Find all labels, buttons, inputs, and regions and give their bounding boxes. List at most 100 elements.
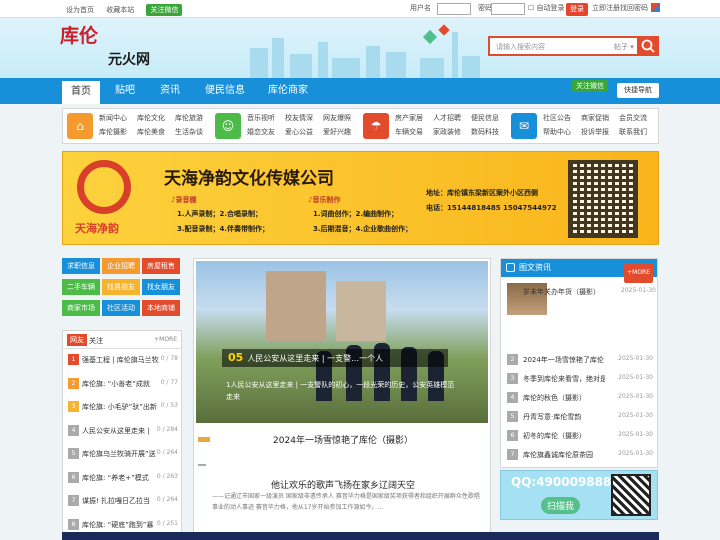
banner-title: 天海净韵文化传媒公司 (164, 169, 334, 189)
banner-section-1: ♪录音棚 (171, 196, 197, 204)
list-item-count: 0 / 77 (160, 378, 178, 386)
category-link[interactable]: 库伦美食 (137, 127, 165, 137)
nav-forum[interactable]: 贴吧 (106, 78, 144, 104)
quick-category-button[interactable]: 二手车辆 (62, 279, 100, 295)
category-link[interactable]: 库伦摄影 (99, 127, 127, 137)
slide-caption: 05 人民公安从这里走来 | 一支警…一个人 (222, 349, 448, 367)
banner-brand: 天海净韵 (75, 222, 119, 235)
banner-phone: 电话：15144818485 15047544972 (426, 204, 557, 212)
username-input[interactable] (437, 3, 471, 15)
logo-mark: 库伦 (60, 25, 99, 47)
quick-category-grid: 求职信息 企业招聘 房屋租售二手车辆 找男朋友 找女朋友商家市场 社区活动 本地商铺 (62, 258, 182, 320)
banner-line: 1.人声录制；2.合唱录制； (177, 210, 263, 218)
more-link[interactable]: +MORE (154, 336, 177, 343)
list-item-title: 冬季到库伦来看雪，绝对是 (523, 375, 605, 383)
list-item[interactable]: 6 初冬的库伦（摄影） 2025-01-30 (507, 429, 655, 443)
category-link[interactable]: 商家促销 (581, 113, 609, 123)
slideshow-image[interactable]: 05 人民公安从这里走来 | 一支警…一个人 1人民公安从这里走来 | 一支警队的… (196, 261, 488, 423)
category-link[interactable]: 会员交流 (619, 113, 647, 123)
list-item[interactable]: 4 库伦的秋色（摄影） 2025-01-30 (507, 391, 655, 405)
list-item[interactable]: 5 库伦旗乌兰牧骑开展”送 0 / 264 (68, 447, 180, 461)
quick-category-button[interactable]: 求职信息 (62, 258, 100, 274)
quick-nav-button[interactable]: 快捷导航 (617, 83, 659, 98)
category-link[interactable]: 网友爆照 (323, 113, 351, 123)
search-button[interactable] (637, 36, 659, 56)
category-link[interactable]: 新闻中心 (99, 113, 127, 123)
rank-badge: 3 (68, 401, 79, 412)
auto-login-label: 自动登录 (536, 4, 565, 12)
quick-category-button[interactable]: 本地商铺 (142, 300, 180, 316)
qq-contact-banner[interactable]: QQ:490009888 扫描我 (500, 470, 658, 520)
list-item-count: 0 / 53 (160, 402, 178, 409)
list-item[interactable]: 7 库伦旗鑫诚库伦原茶园 2025-01-30 (507, 448, 655, 462)
quick-category-button[interactable]: 商家市场 (62, 300, 100, 316)
password-label: 密码 (478, 4, 492, 12)
headline-link[interactable]: 2024年一场雪惊艳了库伦（摄影） (194, 433, 492, 446)
list-item[interactable]: 4 人民公安从这里走来 | 0 / 284 (68, 424, 180, 438)
category-link[interactable]: 数码科技 (471, 127, 499, 137)
category-link[interactable]: 投诉举报 (581, 127, 609, 137)
nav-wechat-button[interactable]: 关注微信 (572, 80, 608, 92)
category-link[interactable]: 车辆交易 (395, 127, 423, 137)
style-icon[interactable] (651, 3, 660, 12)
category-link[interactable]: 爱好兴趣 (323, 127, 351, 137)
category-link[interactable]: 社区公告 (543, 113, 571, 123)
users-icon: ☺ (215, 113, 241, 139)
headline-link[interactable]: 他让欢乐的歌声飞扬在家乡辽阔天空 (194, 478, 492, 491)
logo-name: 元火网 (108, 52, 150, 68)
nav-services[interactable]: 便民信息 (198, 78, 252, 104)
site-logo[interactable]: 库伦 元火网 (60, 27, 160, 71)
list-item-title: 强基工程 | 库伦旗马兰牧 (82, 356, 159, 364)
list-item[interactable]: 6 库伦旗: “养老+”模式 0 / 263 (68, 471, 180, 485)
home-icon: ⌂ (67, 113, 93, 139)
ad-banner[interactable]: 天海净韵 天海净韵文化传媒公司 ♪录音棚 ♪音乐制作 1.人声录制；2.合唱录制… (62, 151, 659, 245)
wechat-follow-button[interactable]: 关注微信 (146, 4, 183, 16)
category-link[interactable]: 联系我们 (619, 127, 647, 137)
register-link[interactable]: 立即注册 (592, 3, 620, 13)
list-item[interactable]: 7 谋振! 扎拉嘎日乙拉当 0 / 264 (68, 494, 180, 508)
add-favorite-link[interactable]: 收藏本站 (106, 6, 134, 14)
category-link[interactable]: 人才招聘 (433, 113, 461, 123)
list-item[interactable]: 3 库伦旗: 小毛驴”驮”出新 0 / 53 (68, 400, 180, 414)
set-homepage-link[interactable]: 设为首页 (66, 6, 94, 14)
category-link[interactable]: 婚恋交友 (247, 127, 275, 137)
category-link[interactable]: 校友情深 (285, 113, 313, 123)
nav-news[interactable]: 资讯 (150, 78, 190, 104)
category-link[interactable]: 库伦旅游 (175, 113, 203, 123)
forgot-password-link[interactable]: 找回密码 (620, 3, 648, 13)
search-type-select[interactable]: 帖子 ▾ (614, 42, 634, 52)
category-link[interactable]: 帮助中心 (543, 127, 571, 137)
quick-category-button[interactable]: 房屋租售 (142, 258, 180, 274)
quick-category-button[interactable]: 找女朋友 (142, 279, 180, 295)
quick-category-button[interactable]: 社区活动 (102, 300, 140, 316)
panel-header: 网友 关注 +MORE (63, 331, 181, 349)
list-item[interactable]: 8 库伦旗: “硬底”跑到”暴 0 / 251 (68, 518, 180, 532)
search-input[interactable]: 请输入搜索内容 (496, 42, 545, 52)
list-item-count: 0 / 264 (156, 449, 178, 456)
login-button[interactable]: 登录 (566, 3, 588, 16)
auto-login-checkbox[interactable]: ☐ 自动登录 (528, 3, 565, 13)
panel-tag: 网友 (67, 334, 87, 346)
password-input[interactable] (491, 3, 525, 15)
category-link[interactable]: 生活杂谈 (175, 127, 203, 137)
list-item[interactable]: 2 2024年一场雪惊艳了库伦 2025-01-30 (507, 353, 655, 367)
more-link[interactable]: +MORE (624, 263, 653, 283)
featured-title[interactable]: 岁末年关办年货（摄影） (523, 287, 600, 297)
category-link[interactable]: 库伦文化 (137, 113, 165, 123)
quick-category-button[interactable]: 企业招聘 (102, 258, 140, 274)
category-link[interactable]: 爱心公益 (285, 127, 313, 137)
nav-home[interactable]: 首页 (62, 78, 100, 104)
list-item[interactable]: 2 库伦旗: “小善老”成就 0 / 77 (68, 377, 180, 391)
list-item-title: 2024年一场雪惊艳了库伦 (523, 356, 604, 364)
category-link[interactable]: 便民信息 (471, 113, 499, 123)
quick-category-button[interactable]: 找男朋友 (102, 279, 140, 295)
category-link[interactable]: 房产家居 (395, 113, 423, 123)
scan-me-label: 扫描我 (541, 497, 581, 514)
nav-merchants[interactable]: 库伦商家 (260, 78, 316, 104)
list-item-title: 人民公安从这里走来 | (82, 426, 150, 435)
list-item[interactable]: 3 冬季到库伦来看雪，绝对是 2025-01-30 (507, 372, 655, 386)
category-link[interactable]: 家政装修 (433, 127, 461, 137)
list-item[interactable]: 5 丹青写意·库伦雪韵 2025-01-30 (507, 410, 655, 424)
category-link[interactable]: 音乐视听 (247, 113, 275, 123)
list-item[interactable]: 1 强基工程 | 库伦旗马兰牧 0 / 78 (68, 353, 180, 367)
